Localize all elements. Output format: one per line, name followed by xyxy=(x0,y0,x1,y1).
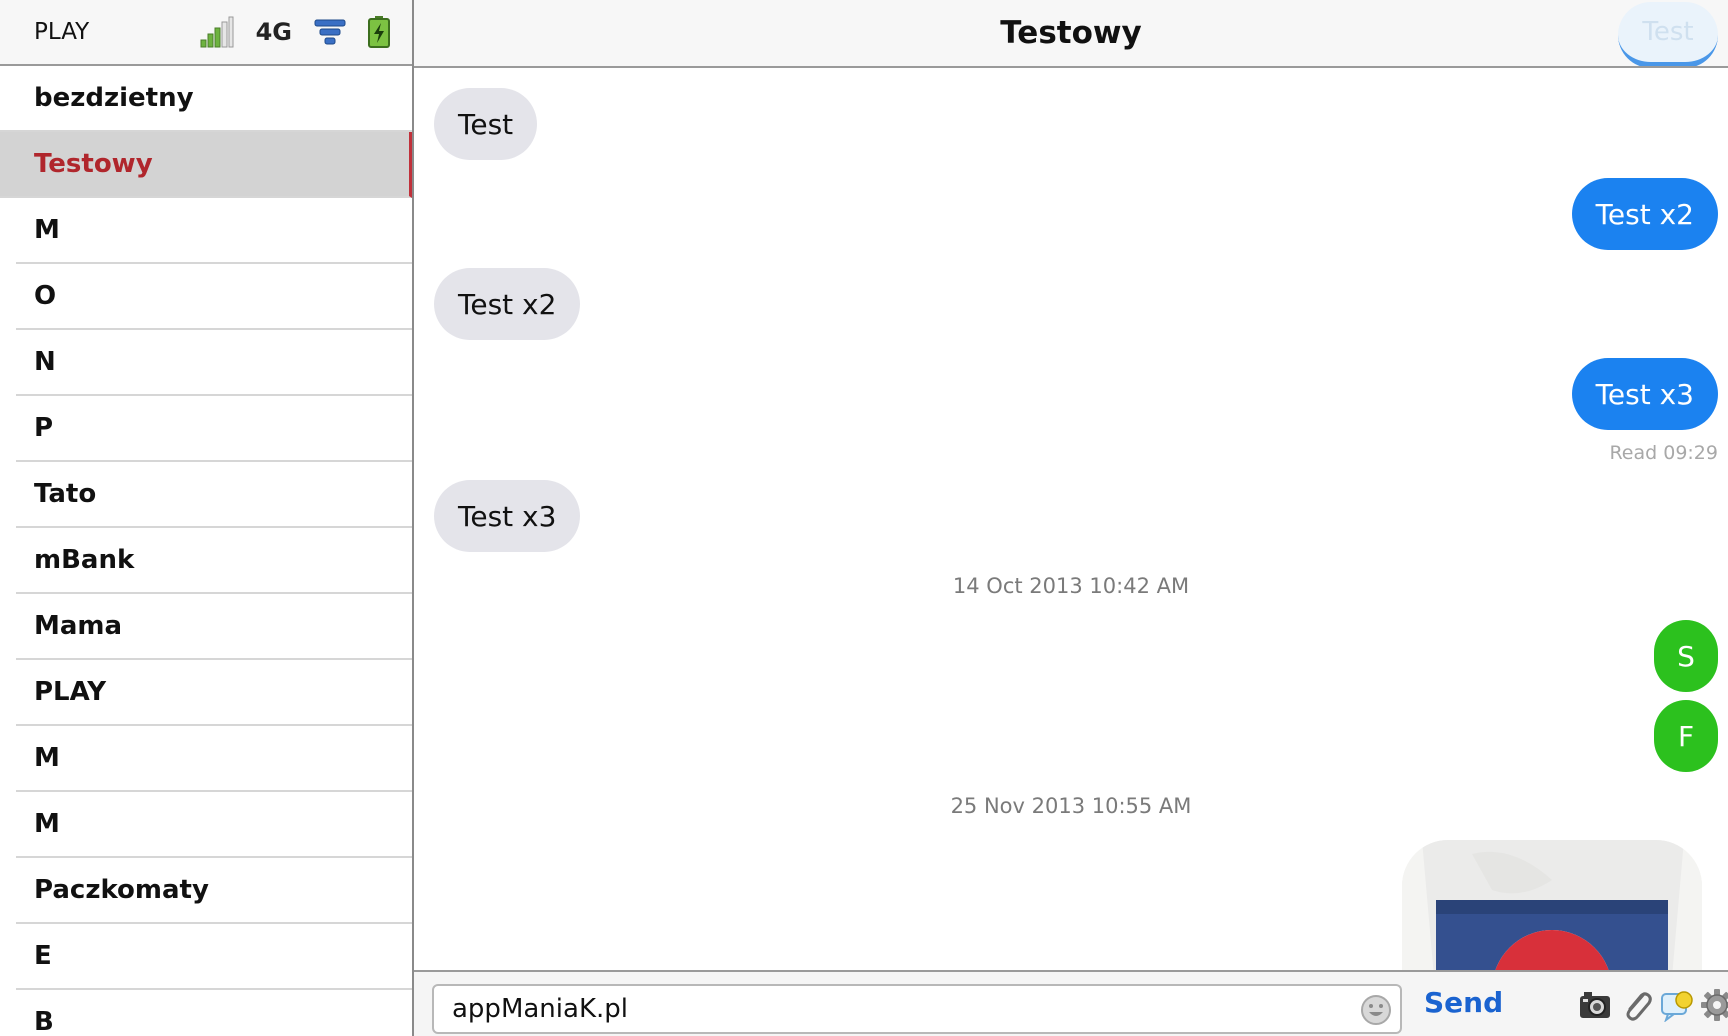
contact-item[interactable]: M xyxy=(16,792,412,858)
contacts-sidebar: PLAY 4G bezdzietny Testowy M O N P Tato … xyxy=(0,0,414,1036)
contact-item[interactable]: M xyxy=(16,198,412,264)
chat-header: Testowy Test xyxy=(414,0,1728,68)
carrier-label: PLAY xyxy=(34,19,90,45)
settings-gear-icon[interactable] xyxy=(1700,988,1728,1022)
status-icons: 4G xyxy=(200,14,390,50)
read-receipt: Read 09:29 xyxy=(1609,442,1718,464)
contact-item[interactable]: B xyxy=(16,990,412,1036)
contact-item[interactable]: N xyxy=(16,330,412,396)
contact-name: N xyxy=(34,347,56,377)
contact-name: Tato xyxy=(34,479,97,509)
message-input-wrapper xyxy=(432,984,1402,1034)
incoming-message[interactable]: Test x3 xyxy=(434,480,581,552)
contact-item[interactable]: E xyxy=(16,924,412,990)
contact-item[interactable]: PLAY xyxy=(16,660,412,726)
incoming-message[interactable]: Test xyxy=(434,88,538,160)
contact-name: Paczkomaty xyxy=(34,875,209,905)
image-attachment[interactable] xyxy=(1402,840,1702,970)
outgoing-short-message[interactable]: S xyxy=(1654,620,1718,692)
contact-name: M xyxy=(34,809,60,839)
signal-strength-icon xyxy=(200,16,234,48)
contact-name: O xyxy=(34,281,57,311)
contact-name: P xyxy=(34,413,54,443)
scrolled-message-bubble: Test xyxy=(1618,2,1718,66)
contact-item[interactable]: P xyxy=(16,396,412,462)
contact-item[interactable]: O xyxy=(16,264,412,330)
battery-charging-icon xyxy=(368,16,390,48)
network-type-label: 4G xyxy=(255,18,292,46)
date-separator: 25 Nov 2013 10:55 AM xyxy=(950,794,1192,818)
chat-title: Testowy xyxy=(1000,15,1142,51)
incoming-message[interactable]: Test x2 xyxy=(434,268,581,340)
contact-item[interactable]: M xyxy=(16,726,412,792)
contact-name: Testowy xyxy=(34,149,153,179)
contact-item[interactable]: Tato xyxy=(16,462,412,528)
emoji-icon[interactable] xyxy=(1360,994,1392,1026)
attachment-icon[interactable] xyxy=(1620,988,1654,1022)
contact-item[interactable]: Mama xyxy=(16,594,412,660)
camera-icon[interactable] xyxy=(1578,988,1612,1022)
message-input[interactable] xyxy=(434,986,1400,1032)
status-bar: PLAY 4G xyxy=(0,0,412,66)
contact-name: M xyxy=(34,215,60,245)
notes-icon[interactable] xyxy=(1660,988,1694,1022)
contact-item[interactable]: bezdzietny xyxy=(0,66,412,132)
message-composer: Send xyxy=(414,970,1728,1036)
contact-list: bezdzietny Testowy M O N P Tato mBank Ma… xyxy=(0,66,412,1036)
contact-name: PLAY xyxy=(34,677,107,707)
contact-name: B xyxy=(34,1007,54,1036)
outgoing-message[interactable]: Test x2 xyxy=(1571,178,1718,250)
contact-name: Mama xyxy=(34,611,123,641)
date-separator: 14 Oct 2013 10:42 AM xyxy=(952,574,1190,598)
message-thread[interactable]: Test Test x2 Test x2 Test x3 Read 09:29 … xyxy=(414,70,1728,970)
contact-name: M xyxy=(34,743,60,773)
contact-item[interactable]: Paczkomaty xyxy=(16,858,412,924)
contact-item[interactable]: mBank xyxy=(16,528,412,594)
outgoing-message[interactable]: Test x3 xyxy=(1571,358,1718,430)
photo-thumbnail-icon xyxy=(1402,840,1702,970)
contact-item-selected[interactable]: Testowy xyxy=(0,132,412,198)
conversation-pane: Testowy Test Test Test x2 Test x2 Test x… xyxy=(414,0,1728,1036)
contact-name: mBank xyxy=(34,545,135,575)
data-transfer-icon xyxy=(314,19,346,45)
send-button[interactable]: Send xyxy=(1424,986,1503,1019)
outgoing-short-message[interactable]: F xyxy=(1654,700,1718,772)
contact-name: E xyxy=(34,941,52,971)
contact-name: bezdzietny xyxy=(34,83,194,113)
